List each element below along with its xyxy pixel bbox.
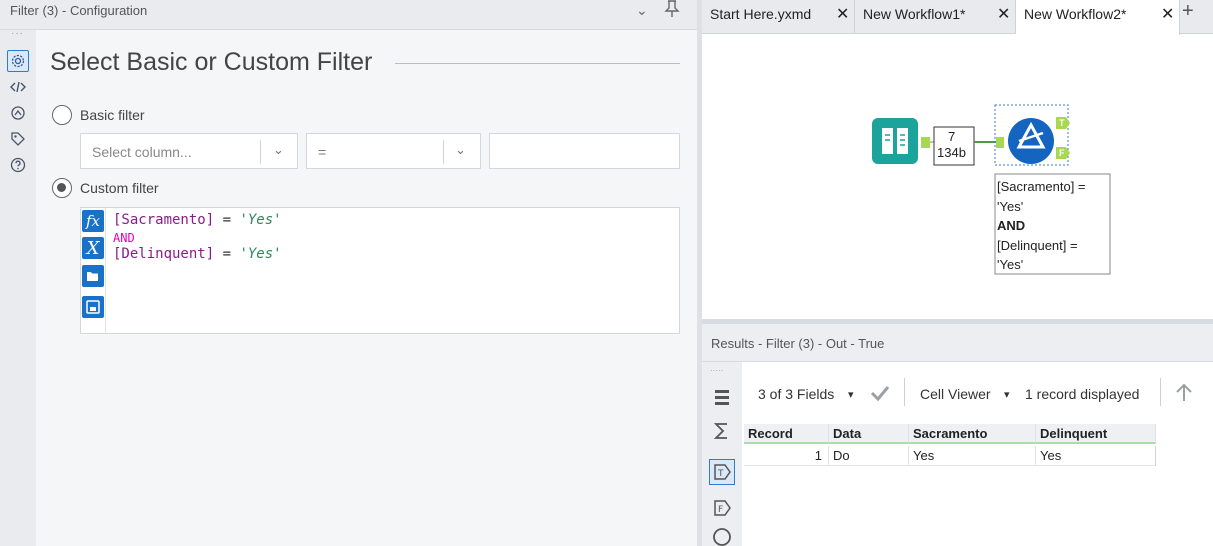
text-input-tool[interactable] bbox=[872, 118, 918, 164]
filter-tool[interactable] bbox=[1008, 118, 1054, 164]
configuration-panel: Filter (3) - Configuration ⌄ ··· Select … bbox=[0, 0, 697, 546]
toolbar-separator bbox=[904, 378, 905, 406]
svg-text:F: F bbox=[718, 505, 723, 515]
svg-text:T: T bbox=[717, 469, 724, 479]
tab-start-here[interactable]: Start Here.yxmd ✕ bbox=[702, 0, 855, 33]
results-title: Results - Filter (3) - Out - True bbox=[711, 336, 885, 351]
help-icon[interactable] bbox=[709, 527, 735, 546]
workflow-graph bbox=[872, 104, 1111, 275]
true-output-icon[interactable]: T bbox=[709, 459, 735, 485]
function-fx-icon[interactable]: fx bbox=[82, 210, 104, 232]
custom-filter-radio[interactable] bbox=[52, 178, 72, 198]
table-cell-sacramento[interactable]: Yes bbox=[909, 446, 1036, 466]
code-icon[interactable] bbox=[7, 76, 29, 98]
expression-gutter: fx X bbox=[81, 208, 106, 333]
results-toolbar: 3 of 3 Fields ▾ Cell Viewer ▾ 1 record d… bbox=[742, 362, 1213, 406]
section-title: Select Basic or Custom Filter bbox=[50, 48, 373, 76]
title-divider bbox=[395, 63, 680, 64]
fields-selector[interactable]: 3 of 3 Fields bbox=[758, 386, 834, 402]
checkmark-icon[interactable] bbox=[869, 383, 891, 408]
results-side-rail: ····· T F bbox=[702, 362, 742, 546]
save-disk-icon[interactable] bbox=[82, 296, 104, 318]
config-header-title: Filter (3) - Configuration bbox=[10, 3, 148, 18]
tab-new-workflow2[interactable]: New Workflow2* ✕ bbox=[1016, 0, 1180, 35]
config-side-rail: ··· bbox=[0, 28, 36, 546]
workflow-tabbar: Start Here.yxmd ✕ New Workflow1* ✕ New W… bbox=[702, 0, 1213, 35]
custom-filter-label: Custom filter bbox=[80, 180, 159, 196]
close-icon[interactable]: ✕ bbox=[1161, 4, 1174, 24]
pin-icon[interactable] bbox=[664, 0, 680, 23]
configuration-gear-icon[interactable] bbox=[7, 50, 29, 72]
false-anchor-label: F bbox=[1059, 148, 1065, 158]
table-cell-delinquent[interactable]: Yes bbox=[1036, 446, 1156, 466]
expression-editor[interactable]: fx X [Sacramento] = 'Yes' AND [Delinquen… bbox=[80, 207, 680, 334]
close-icon[interactable]: ✕ bbox=[836, 4, 849, 24]
rail-grip-icon[interactable]: ····· bbox=[710, 366, 723, 375]
record-size: 134b bbox=[937, 145, 966, 160]
select-separator bbox=[260, 140, 261, 164]
chevron-down-icon[interactable]: ⌄ bbox=[273, 142, 284, 158]
arrow-up-icon[interactable] bbox=[1174, 382, 1194, 409]
table-cell-record[interactable]: 1 bbox=[744, 446, 829, 466]
column-select[interactable]: Select column... ⌄ bbox=[80, 133, 298, 169]
toolbar-separator bbox=[1160, 378, 1161, 406]
records-displayed: 1 record displayed bbox=[1025, 386, 1140, 402]
select-separator bbox=[443, 140, 444, 164]
add-tab-icon[interactable]: + bbox=[1182, 0, 1194, 23]
config-header: Filter (3) - Configuration ⌄ bbox=[0, 0, 697, 30]
operator-select[interactable]: = ⌄ bbox=[306, 133, 481, 169]
open-folder-icon[interactable] bbox=[82, 265, 104, 287]
rail-grip-icon[interactable]: ··· bbox=[11, 28, 24, 39]
basic-filter-radio[interactable] bbox=[52, 105, 72, 125]
output-anchor[interactable] bbox=[921, 137, 930, 148]
expression-keyword: AND bbox=[113, 231, 135, 245]
table-cell-data[interactable]: Do bbox=[829, 446, 909, 466]
caret-down-icon[interactable]: ▾ bbox=[1004, 388, 1010, 401]
operator-select-value: = bbox=[318, 144, 327, 160]
chevron-down-icon[interactable]: ⌄ bbox=[455, 142, 466, 158]
record-count: 7 bbox=[948, 129, 956, 144]
close-icon[interactable]: ✕ bbox=[997, 4, 1010, 24]
help-icon[interactable] bbox=[7, 154, 29, 176]
variable-x-icon[interactable]: X bbox=[82, 237, 104, 259]
collapse-chevron-icon[interactable]: ⌄ bbox=[636, 2, 648, 19]
false-output-icon[interactable]: F bbox=[709, 495, 735, 521]
rows-view-icon[interactable] bbox=[709, 384, 735, 410]
annotation-icon[interactable] bbox=[7, 102, 29, 124]
cell-viewer-selector[interactable]: Cell Viewer bbox=[920, 386, 991, 402]
tag-icon[interactable] bbox=[7, 128, 29, 150]
column-header-record[interactable]: Record bbox=[744, 424, 829, 444]
column-header-delinquent[interactable]: Delinquent bbox=[1036, 424, 1156, 444]
basic-filter-label: Basic filter bbox=[80, 107, 145, 123]
value-input[interactable] bbox=[489, 133, 680, 169]
input-anchor[interactable] bbox=[996, 137, 1004, 148]
expression-line-1: [Sacramento] = 'Yes' bbox=[113, 212, 282, 228]
column-header-data[interactable]: Data bbox=[829, 424, 909, 444]
expression-line-2: [Delinquent] = 'Yes' bbox=[113, 246, 282, 262]
true-anchor-label: T bbox=[1059, 118, 1065, 128]
annotation-text: [Sacramento] = 'Yes' AND [Delinquent] = … bbox=[997, 179, 1086, 272]
sum-metadata-icon[interactable] bbox=[709, 418, 735, 444]
results-header: Results - Filter (3) - Out - True bbox=[702, 324, 1213, 362]
tab-new-workflow1[interactable]: New Workflow1* ✕ bbox=[855, 0, 1016, 33]
column-select-placeholder: Select column... bbox=[92, 144, 192, 160]
caret-down-icon[interactable]: ▾ bbox=[848, 388, 854, 401]
config-content: Select Basic or Custom Filter Basic filt… bbox=[36, 30, 697, 546]
column-header-sacramento[interactable]: Sacramento bbox=[909, 424, 1036, 444]
workflow-canvas[interactable]: 7 134b T F [Sacramento] = 'Yes' AND [Del… bbox=[702, 35, 1213, 319]
